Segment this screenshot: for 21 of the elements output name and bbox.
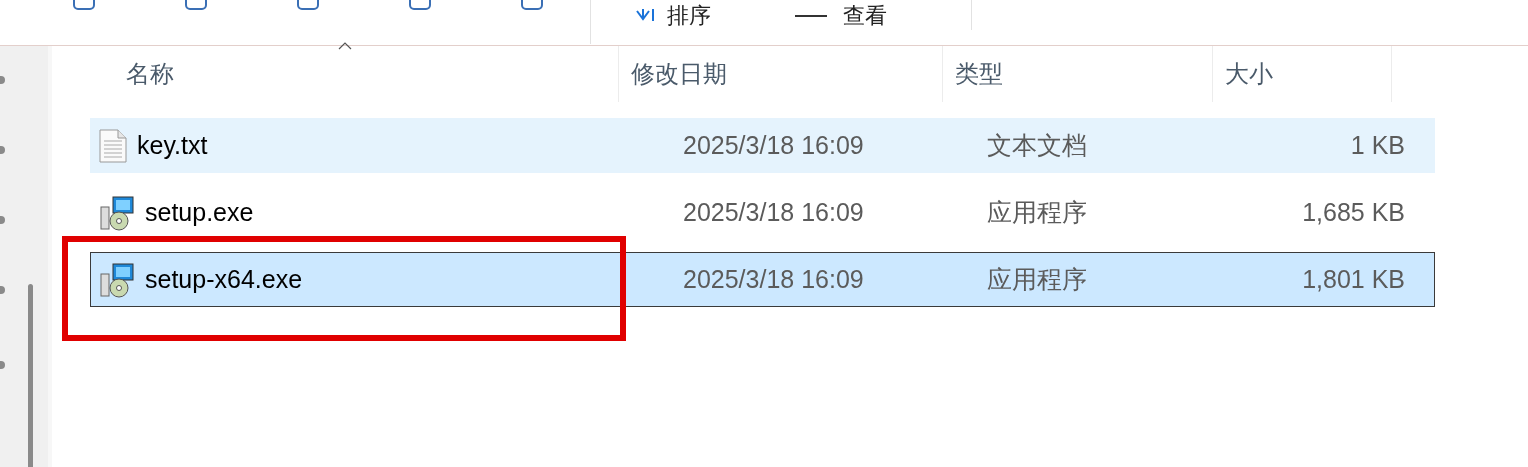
file-size: 1 KB: [1349, 129, 1405, 161]
file-date: 2025/3/18 16:09: [682, 196, 865, 228]
sort-button[interactable]: 排序: [635, 5, 711, 27]
view-button[interactable]: 查看: [795, 5, 887, 27]
column-header[interactable]: 类型: [942, 46, 1212, 102]
file-date: 2025/3/18 16:09: [682, 263, 865, 295]
column-header[interactable]: 名称: [58, 46, 618, 102]
file-row[interactable]: key.txt 2025/3/18 16:09 文本文档 1 KB: [90, 118, 1435, 173]
column-header[interactable]: 修改日期: [618, 46, 942, 102]
file-name: key.txt: [137, 129, 208, 161]
file-row[interactable]: setup.exe 2025/3/18 16:09 应用程序 1,685 KB: [90, 185, 1435, 240]
file-type: 文本文档: [986, 129, 1088, 161]
file-type: 应用程序: [986, 263, 1088, 295]
column-header[interactable]: 大小: [1212, 46, 1392, 102]
file-row[interactable]: setup-x64.exe 2025/3/18 16:09 应用程序 1,801 KB: [90, 252, 1435, 307]
file-name: setup-x64.exe: [145, 263, 303, 295]
file-size: 1,801 KB: [1301, 263, 1405, 295]
file-size: 1,685 KB: [1301, 196, 1405, 228]
file-type: 应用程序: [986, 196, 1088, 228]
file-name: setup.exe: [145, 196, 254, 228]
file-date: 2025/3/18 16:09: [682, 129, 865, 161]
